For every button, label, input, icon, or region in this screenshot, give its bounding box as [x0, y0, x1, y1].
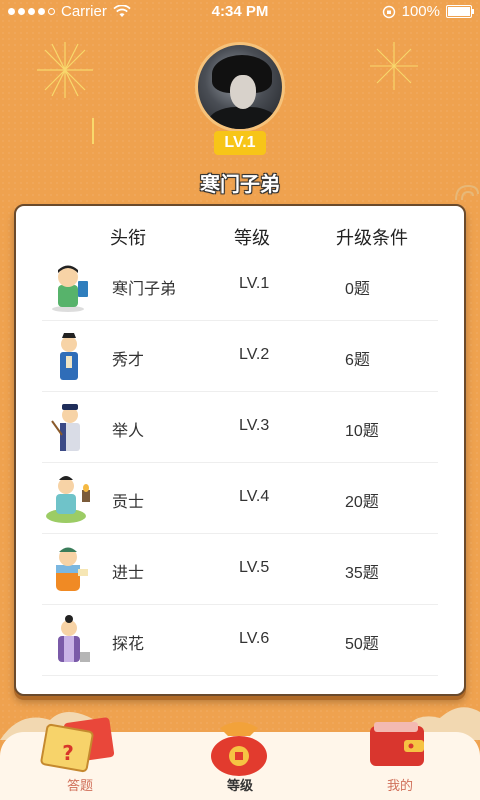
row-condition: 20题: [345, 494, 379, 511]
avatar[interactable]: [195, 42, 285, 132]
table-row: 举人 LV.3 10题: [42, 392, 438, 463]
row-title: 秀才: [112, 352, 145, 369]
row-title: 寒门子弟: [112, 281, 177, 298]
table-row: 探花 LV.6 50题: [42, 605, 438, 676]
level-table-card: 头衔 等级 升级条件 寒门子弟 LV.1 0题 秀才 LV.2 6题 举人 LV…: [14, 204, 466, 696]
level-rows: 寒门子弟 LV.1 0题 秀才 LV.2 6题 举人 LV.3 10题 贡士 L…: [42, 250, 438, 676]
row-condition: 0题: [345, 281, 370, 298]
row-title: 进士: [112, 565, 145, 582]
row-condition: 50题: [345, 636, 379, 653]
tab-quiz[interactable]: ? 答题: [20, 717, 140, 800]
row-title: 探花: [112, 636, 145, 653]
gongshi-scholar-icon: [46, 476, 90, 523]
row-level: LV.1: [239, 275, 270, 292]
row-level: LV.3: [239, 417, 270, 434]
row-condition: 10题: [345, 423, 379, 440]
row-condition: 6题: [345, 352, 370, 369]
money-bag-icon: [211, 722, 267, 776]
bottom-tab-bar: ? 答题 等级 我的: [0, 717, 480, 800]
level-badge: LV.1: [214, 131, 266, 155]
wallet-icon: [370, 722, 424, 766]
orientation-lock-icon: [382, 5, 395, 18]
header-title: 头衔: [110, 228, 146, 248]
battery-percent: 100%: [401, 3, 440, 20]
firework-right-icon: [370, 42, 418, 90]
row-level: LV.2: [239, 346, 270, 363]
row-level: LV.6: [239, 630, 270, 647]
jinshi-scholar-icon: [56, 547, 88, 591]
quiz-card-icon: ?: [40, 717, 115, 773]
table-row: 贡士 LV.4 20题: [42, 463, 438, 534]
table-row: 进士 LV.5 35题: [42, 534, 438, 605]
row-title: 贡士: [112, 494, 145, 511]
juren-scholar-icon: [51, 404, 80, 451]
row-level: LV.5: [239, 559, 270, 576]
status-bar: Carrier 4:34 PM 100%: [0, 0, 480, 24]
scholar-boy-icon: [52, 265, 88, 312]
row-title: 举人: [112, 423, 145, 440]
table-row: 秀才 LV.2 6题: [42, 321, 438, 392]
xiucai-scholar-icon: [60, 333, 78, 380]
current-rank-title: 寒门子弟: [200, 174, 280, 196]
tab-level[interactable]: 等级: [180, 722, 300, 800]
firework-left-icon: [37, 42, 94, 144]
row-level: LV.4: [239, 488, 270, 505]
tab-label: 等级: [226, 778, 253, 793]
header-condition: 升级条件: [336, 228, 408, 248]
header-level: 等级: [234, 228, 270, 248]
status-right: 100%: [382, 3, 474, 20]
battery-icon: [446, 5, 474, 18]
tab-label: 答题: [66, 778, 93, 793]
tab-label: 我的: [386, 778, 413, 793]
table-row: 寒门子弟 LV.1 0题: [42, 250, 438, 321]
svg-text:?: ?: [62, 741, 74, 765]
tanhua-scholar-icon: [58, 615, 90, 662]
tab-mine[interactable]: 我的: [340, 722, 460, 800]
row-condition: 35题: [345, 565, 379, 582]
